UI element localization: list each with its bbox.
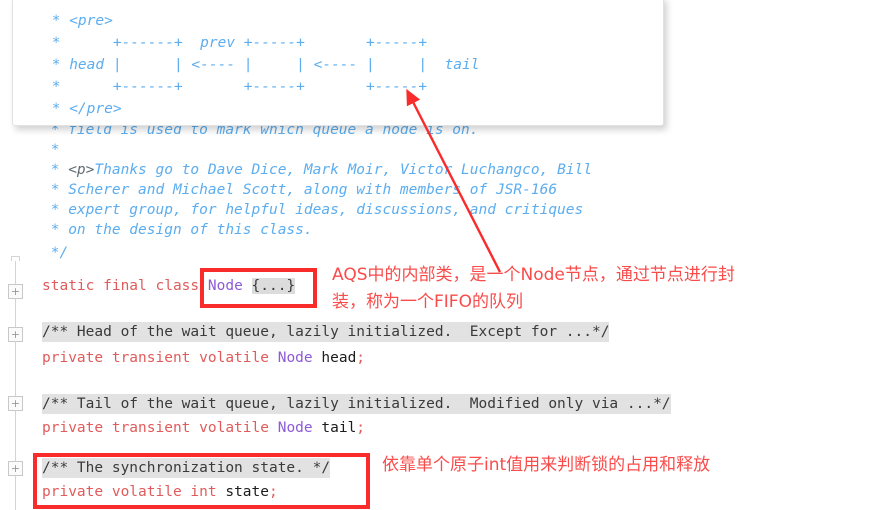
keyword-private-transient-volatile: private transient volatile xyxy=(42,420,269,436)
type-node: Node xyxy=(277,420,313,436)
type-node: Node xyxy=(277,350,313,366)
quick-documentation-popup[interactable]: * <pre> * +------+ prev +-----+ +-----+ … xyxy=(12,0,664,126)
fold-marker-head-doc[interactable]: + xyxy=(8,327,23,342)
folded-javadoc-tail[interactable]: /** Tail of the wait queue, lazily initi… xyxy=(42,394,671,414)
fold-marker-node-class[interactable]: + xyxy=(8,284,23,299)
semicolon: ; xyxy=(356,350,366,366)
type-node: Node xyxy=(207,278,243,294)
code-line-node-class: static final class Node {...} xyxy=(42,276,296,296)
field-name-state: state xyxy=(225,484,269,500)
folded-javadoc-state[interactable]: /** The synchronization state. */ xyxy=(42,458,331,478)
fold-marker-tail-doc[interactable]: + xyxy=(8,396,23,411)
code-line-comment-end: */ xyxy=(42,245,69,261)
collapsed-class-body[interactable]: {...} xyxy=(251,278,296,294)
keyword-private-volatile-int: private volatile int xyxy=(42,484,217,500)
code-line-scherer: * Scherer and Michael Scott, along with … xyxy=(42,182,558,198)
code-line-state-field: private volatile int state; xyxy=(42,482,278,502)
keyword-static-final-class: static final class xyxy=(42,278,200,294)
comment-prefix: * xyxy=(42,162,69,178)
code-line-design: * on the design of this class. xyxy=(42,222,313,238)
html-tag-p: <p> xyxy=(68,162,95,178)
doc-line-pre-open: * <pre> xyxy=(43,13,113,29)
comment-body: Thanks go to Dave Dice, Mark Moir, Victo… xyxy=(94,162,593,178)
fold-region-line xyxy=(15,476,16,510)
fold-region-line xyxy=(15,299,16,327)
folded-javadoc-head[interactable]: /** Head of the wait queue, lazily initi… xyxy=(42,322,610,342)
field-name-tail: tail xyxy=(321,420,357,436)
doc-line-bottom-boxes: * +------+ +-----+ +-----+ xyxy=(43,79,428,95)
fold-region-line xyxy=(15,342,16,396)
code-line-expert: * expert group, for helpful ideas, discu… xyxy=(42,202,584,218)
fold-region-line xyxy=(15,411,16,461)
keyword-private-transient-volatile: private transient volatile xyxy=(42,350,269,366)
semicolon: ; xyxy=(269,484,278,500)
code-line-thanks: * <p>Thanks go to Dave Dice, Mark Moir, … xyxy=(42,160,592,180)
fold-region-line xyxy=(15,261,16,285)
code-editor[interactable]: + + + + * field is used to mark which qu… xyxy=(0,0,878,510)
doc-line-pre-close: * </pre> xyxy=(43,101,122,117)
code-line-blank-star: * xyxy=(42,142,60,158)
doc-line-head-tail: * head | | <---- | | <---- | | tail xyxy=(43,57,480,73)
fold-marker-state-doc[interactable]: + xyxy=(8,461,23,476)
code-line-head-field: private transient volatile Node head; xyxy=(42,348,365,368)
field-name-head: head xyxy=(321,350,357,366)
code-line-tail-field: private transient volatile Node tail; xyxy=(42,418,365,438)
semicolon: ; xyxy=(356,420,366,436)
doc-line-top-boxes: * +------+ prev +-----+ +-----+ xyxy=(43,35,428,51)
